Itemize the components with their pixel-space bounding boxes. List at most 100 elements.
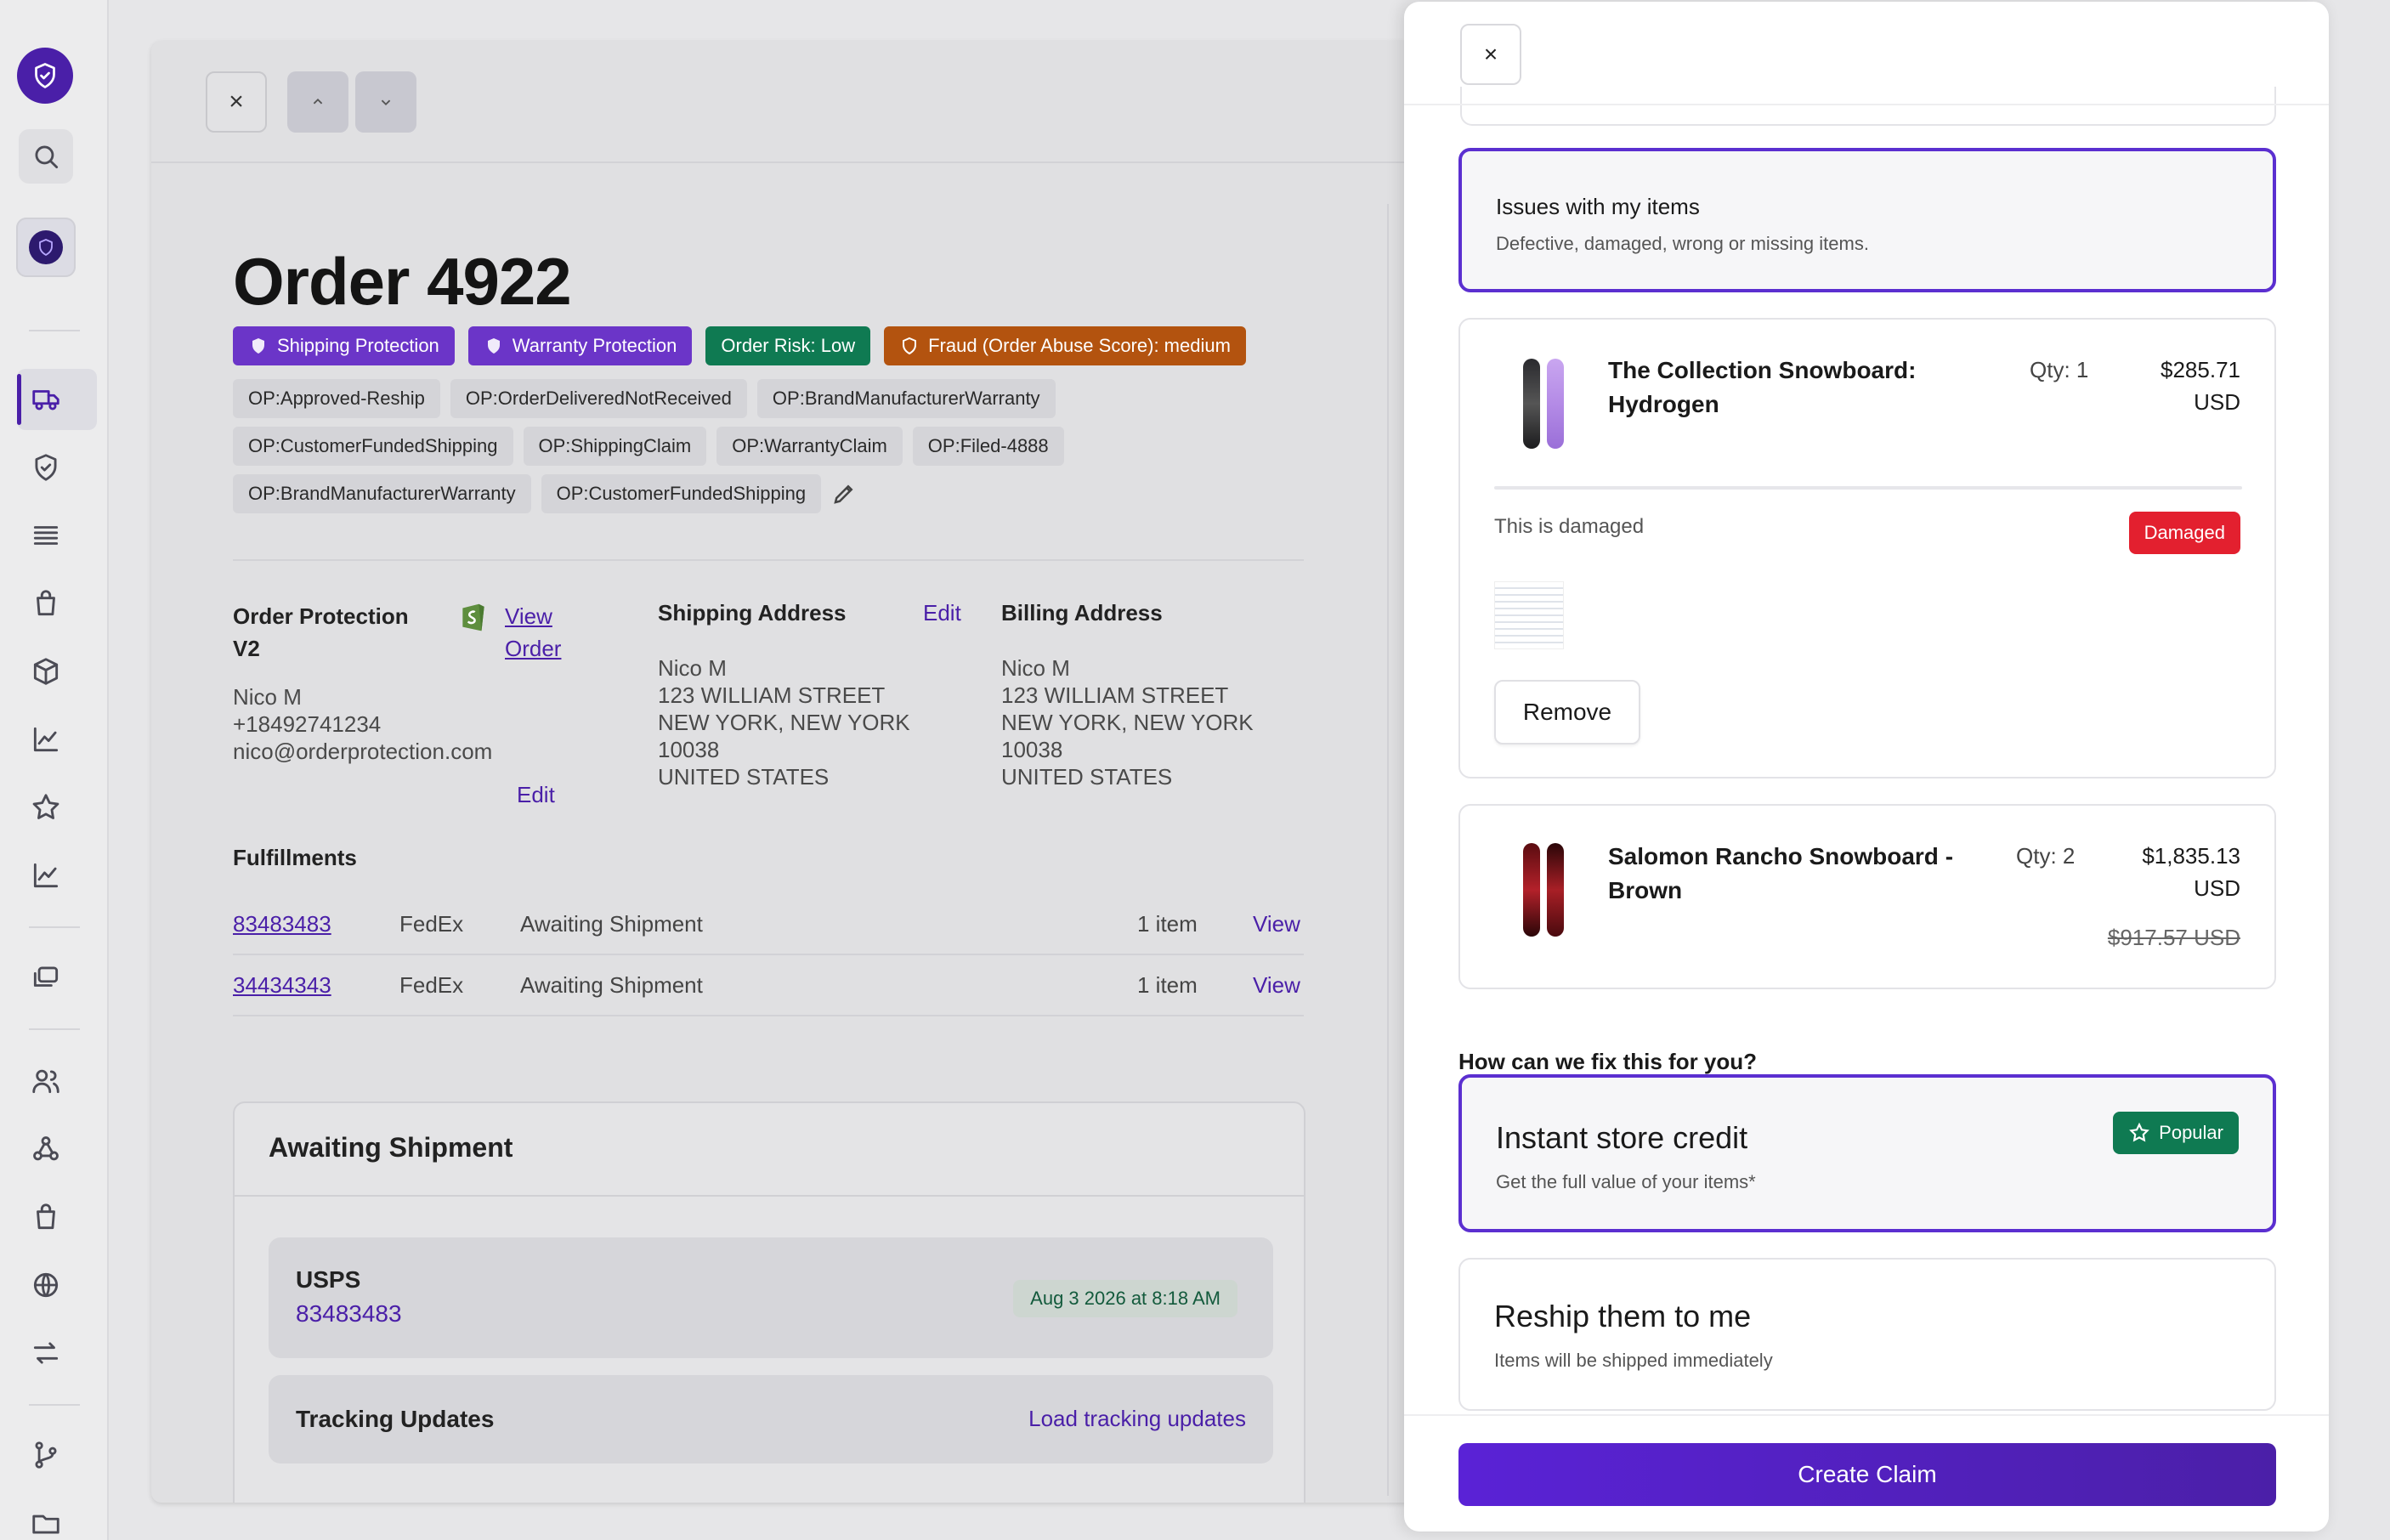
order-tag: OP:Filed-4888 (912, 427, 1064, 466)
left-nav-rail (0, 0, 109, 1540)
order-toolbar: × (151, 41, 1494, 163)
resolution-subtitle: Get the full value of your items* (1496, 1171, 1756, 1192)
fulfillment-id-link[interactable]: 34434343 (233, 972, 331, 999)
order-tag: OP:OrderDeliveredNotReceived (450, 379, 747, 418)
chart-icon[interactable] (19, 712, 73, 767)
issue-subtitle: Defective, damaged, wrong or missing ite… (1496, 233, 1869, 254)
order-tags: OP:Approved-Reship OP:OrderDeliveredNotR… (233, 379, 1304, 513)
fraud-score-badge: Fraud (Order Abuse Score): medium (884, 326, 1246, 365)
shipment-date-badge: Aug 3 2026 at 8:18 AM (1013, 1280, 1237, 1317)
globe-icon[interactable] (19, 1258, 73, 1312)
claim-item-card: Salomon Rancho Snowboard - Brown Qty: 2 … (1458, 804, 2276, 989)
fulfillments-title: Fulfillments (233, 845, 357, 870)
order-tag: OP:BrandManufacturerWarranty (756, 379, 1056, 418)
pencil-icon[interactable] (831, 481, 857, 507)
reason-badge: Damaged (2128, 512, 2240, 554)
table-row: 83483483 FedEx Awaiting Shipment 1 item … (233, 894, 1304, 955)
gallery-icon[interactable] (19, 950, 73, 1005)
load-tracking-link[interactable]: Load tracking updates (1028, 1406, 1246, 1432)
billing-address-title: Billing Address (1001, 600, 1163, 626)
remove-attachment-button[interactable]: Remove (1494, 680, 1640, 745)
list-icon[interactable] (19, 508, 73, 563)
fulfillment-id-link[interactable]: 83483483 (233, 911, 331, 937)
fulfillment-status: Awaiting Shipment (520, 911, 703, 937)
order-tag: OP:CustomerFundedShipping (541, 474, 822, 513)
close-panel-button[interactable]: × (206, 71, 267, 133)
protection-badges: Shipping Protection Warranty Protection … (233, 326, 1355, 365)
shield-icon[interactable] (19, 440, 73, 495)
item-quantity: Qty: 1 (2030, 357, 2089, 382)
chevron-up-icon (313, 98, 323, 105)
product-thumbnail (1523, 359, 1574, 449)
claim-drawer: × Issues with my items Defective, damage… (1404, 2, 2329, 1532)
fulfillment-count: 1 item (1137, 911, 1198, 937)
star-icon[interactable] (19, 780, 73, 835)
star-icon (2129, 1122, 2150, 1142)
transfer-icon[interactable] (19, 1326, 73, 1380)
shield-logo-icon[interactable] (17, 48, 73, 104)
order-risk-badge: Order Risk: Low (705, 326, 871, 365)
bag-icon[interactable] (19, 576, 73, 631)
shipping-address-title: Shipping Address (658, 600, 847, 626)
item-quantity: Qty: 2 (2016, 843, 2076, 869)
product-thumbnail (1523, 843, 1574, 937)
order-tag: OP:WarrantyClaim (716, 427, 903, 466)
bag-icon[interactable] (19, 1190, 73, 1244)
edit-contact-link[interactable]: Edit (517, 782, 555, 808)
edit-shipping-link[interactable]: Edit (923, 600, 961, 626)
view-fulfillment-link[interactable]: View (1253, 972, 1300, 999)
order-tag: OP:Approved-Reship (233, 379, 440, 418)
table-row: 34434343 FedEx Awaiting Shipment 1 item … (233, 955, 1304, 1016)
search-icon[interactable] (19, 129, 73, 184)
close-icon: × (1483, 41, 1498, 67)
resolution-question: How can we fix this for you? (1458, 1049, 1758, 1074)
fulfillment-carrier: FedEx (399, 911, 464, 937)
tracking-number-link[interactable]: 83483483 (296, 1300, 402, 1328)
shipping-address: Nico M 123 WILLIAM STREET NEW YORK, NEW … (658, 655, 910, 790)
close-icon: × (229, 88, 244, 116)
users-icon[interactable] (19, 1054, 73, 1108)
branch-icon[interactable] (19, 1428, 73, 1482)
previous-order-button[interactable] (287, 71, 348, 133)
box-icon[interactable] (19, 644, 73, 699)
close-drawer-button[interactable]: × (1460, 24, 1521, 85)
item-price: $1,835.13 USD (2142, 843, 2240, 901)
issue-title: Issues with my items (1496, 194, 1700, 219)
shield-icon (252, 338, 264, 354)
tracking-updates-title: Tracking Updates (296, 1406, 495, 1432)
attachment-thumbnail[interactable] (1494, 581, 1564, 649)
protection-title: Order Protection V2 (233, 603, 409, 661)
chart-icon[interactable] (19, 848, 73, 903)
resolution-title: Reship them to me (1494, 1299, 1752, 1333)
tracking-summary: USPS 83483483 Aug 3 2026 at 8:18 AM (269, 1237, 1273, 1358)
create-claim-button[interactable]: Create Claim (1458, 1443, 2276, 1506)
view-fulfillment-link[interactable]: View (1253, 911, 1300, 937)
fulfillment-status: Awaiting Shipment (520, 972, 703, 998)
item-price: $285.71 USD (2161, 357, 2240, 415)
resolution-subtitle: Items will be shipped immediately (1494, 1350, 1773, 1371)
order-detail-panel: × Order 4922 Shipping Protection Warrant… (151, 41, 1494, 1503)
tracking-updates: Tracking Updates Load tracking updates (269, 1375, 1273, 1464)
issue-option-items[interactable]: Issues with my items Defective, damaged,… (1458, 148, 2276, 292)
page-title: Order 4922 (233, 244, 572, 319)
billing-address: Nico M 123 WILLIAM STREET NEW YORK, NEW … (1001, 655, 1254, 790)
resolution-option-store-credit[interactable]: Instant store credit Get the full value … (1458, 1074, 2276, 1232)
claim-item-card: The Collection Snowboard: Hydrogen Qty: … (1458, 318, 2276, 778)
truck-icon[interactable] (19, 372, 73, 427)
customer-contact: Nico M +18492741234 nico@orderprotection… (233, 684, 493, 764)
webhook-icon[interactable] (19, 1122, 73, 1176)
view-order-link[interactable]: View Order (505, 600, 561, 665)
order-tag: OP:ShippingClaim (523, 427, 707, 466)
resolution-option-reship[interactable]: Reship them to me Items will be shipped … (1458, 1258, 2276, 1411)
fulfillment-count: 1 item (1137, 972, 1198, 998)
chevron-down-icon (381, 99, 391, 106)
carrier-name: USPS (296, 1266, 361, 1293)
shipment-card-title: Awaiting Shipment (235, 1103, 1304, 1197)
order-tag: OP:CustomerFundedShipping (233, 427, 513, 466)
next-order-button[interactable] (355, 71, 416, 133)
resolution-title: Instant store credit (1496, 1120, 1748, 1155)
fulfillment-carrier: FedEx (399, 972, 464, 998)
item-original-price: $917.57 USD (2107, 925, 2240, 950)
folder-icon[interactable] (19, 1496, 73, 1540)
app-shield-icon[interactable] (16, 218, 76, 277)
